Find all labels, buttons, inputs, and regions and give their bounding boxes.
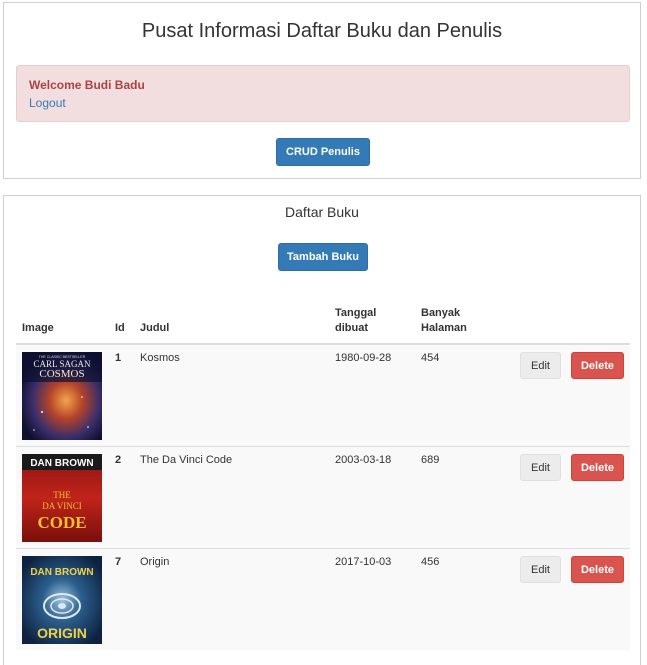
edit-button[interactable]: Edit bbox=[520, 454, 561, 481]
cover-cell: DAN BROWN ORIGIN bbox=[16, 548, 109, 650]
books-panel: Daftar Buku Tambah Buku Image Id Judul T… bbox=[3, 195, 641, 665]
column-header-image: Image bbox=[16, 302, 109, 345]
book-id: 1 bbox=[109, 343, 134, 447]
welcome-message: Welcome Budi Badu bbox=[29, 78, 145, 92]
delete-button[interactable]: Delete bbox=[571, 556, 624, 583]
books-section-title: Daftar Buku bbox=[285, 204, 359, 220]
edit-button[interactable]: Edit bbox=[520, 556, 561, 583]
delete-button[interactable]: Delete bbox=[571, 352, 624, 379]
table-row: DAN BROWN THE DA VINCI CODE 2 The Da Vin… bbox=[16, 446, 630, 549]
book-date: 2017-10-03 bbox=[329, 548, 415, 650]
column-header-date-line1: Tanggal bbox=[335, 307, 377, 319]
table-row: DAN BROWN ORIGIN 7 Origin 2017-10-03 456… bbox=[16, 548, 630, 650]
column-header-pages-line1: Banyak bbox=[421, 307, 461, 319]
cover-text-title-line2: DA VINCI bbox=[42, 501, 82, 511]
add-book-button[interactable]: Tambah Buku bbox=[278, 243, 368, 271]
table-row: THE CLASSIC BESTSELLER CARL SAGAN COSMOS… bbox=[16, 343, 630, 447]
cover-text-title: COSMOS bbox=[39, 368, 84, 380]
cover-text-title-line1: THE bbox=[53, 490, 71, 500]
book-date: 2003-03-18 bbox=[329, 446, 415, 549]
cover-cell: THE CLASSIC BESTSELLER CARL SAGAN COSMOS bbox=[16, 343, 109, 447]
edit-button[interactable]: Edit bbox=[520, 352, 561, 379]
actions-cell: Edit Delete bbox=[497, 548, 630, 650]
crud-penulis-button[interactable]: CRUD Penulis bbox=[276, 138, 370, 166]
cover-text-title-line3: CODE bbox=[37, 513, 86, 532]
column-header-pages-line2: Halaman bbox=[421, 322, 467, 334]
cover-text-author: DAN BROWN bbox=[30, 567, 93, 578]
column-header-date: Tanggal dibuat bbox=[329, 302, 415, 345]
column-header-id: Id bbox=[109, 302, 134, 345]
column-header-date-line2: dibuat bbox=[335, 322, 368, 334]
books-table: Image Id Judul Tanggal dibuat Banyak Hal… bbox=[16, 302, 630, 650]
book-pages: 456 bbox=[415, 548, 497, 650]
column-header-actions bbox=[497, 302, 630, 345]
cover-image-origin: DAN BROWN ORIGIN bbox=[22, 556, 102, 644]
welcome-alert: Welcome Budi Badu Logout bbox=[16, 65, 630, 122]
cover-text-title: ORIGIN bbox=[37, 625, 87, 641]
page-title: Pusat Informasi Daftar Buku dan Penulis bbox=[141, 20, 503, 42]
cover-image-cosmos: THE CLASSIC BESTSELLER CARL SAGAN COSMOS bbox=[22, 352, 102, 440]
cover-cell: DAN BROWN THE DA VINCI CODE bbox=[16, 446, 109, 549]
book-pages: 454 bbox=[415, 343, 497, 447]
book-id: 2 bbox=[109, 446, 134, 549]
book-pages: 689 bbox=[415, 446, 497, 549]
cover-image-da-vinci-code: DAN BROWN THE DA VINCI CODE bbox=[22, 454, 102, 542]
logout-link[interactable]: Logout bbox=[29, 96, 66, 110]
actions-cell: Edit Delete bbox=[497, 343, 630, 447]
delete-button[interactable]: Delete bbox=[571, 454, 624, 481]
book-title: Kosmos bbox=[134, 343, 329, 447]
book-id: 7 bbox=[109, 548, 134, 650]
book-title: Origin bbox=[134, 548, 329, 650]
table-header-row: Image Id Judul Tanggal dibuat Banyak Hal… bbox=[16, 302, 630, 345]
column-header-pages: Banyak Halaman bbox=[415, 302, 497, 345]
book-title: The Da Vinci Code bbox=[134, 446, 329, 549]
actions-cell: Edit Delete bbox=[497, 446, 630, 549]
cover-text-author: DAN BROWN bbox=[30, 458, 93, 469]
book-date: 1980-09-28 bbox=[329, 343, 415, 447]
header-panel: Pusat Informasi Daftar Buku dan Penulis … bbox=[3, 2, 641, 179]
column-header-title: Judul bbox=[134, 302, 329, 345]
